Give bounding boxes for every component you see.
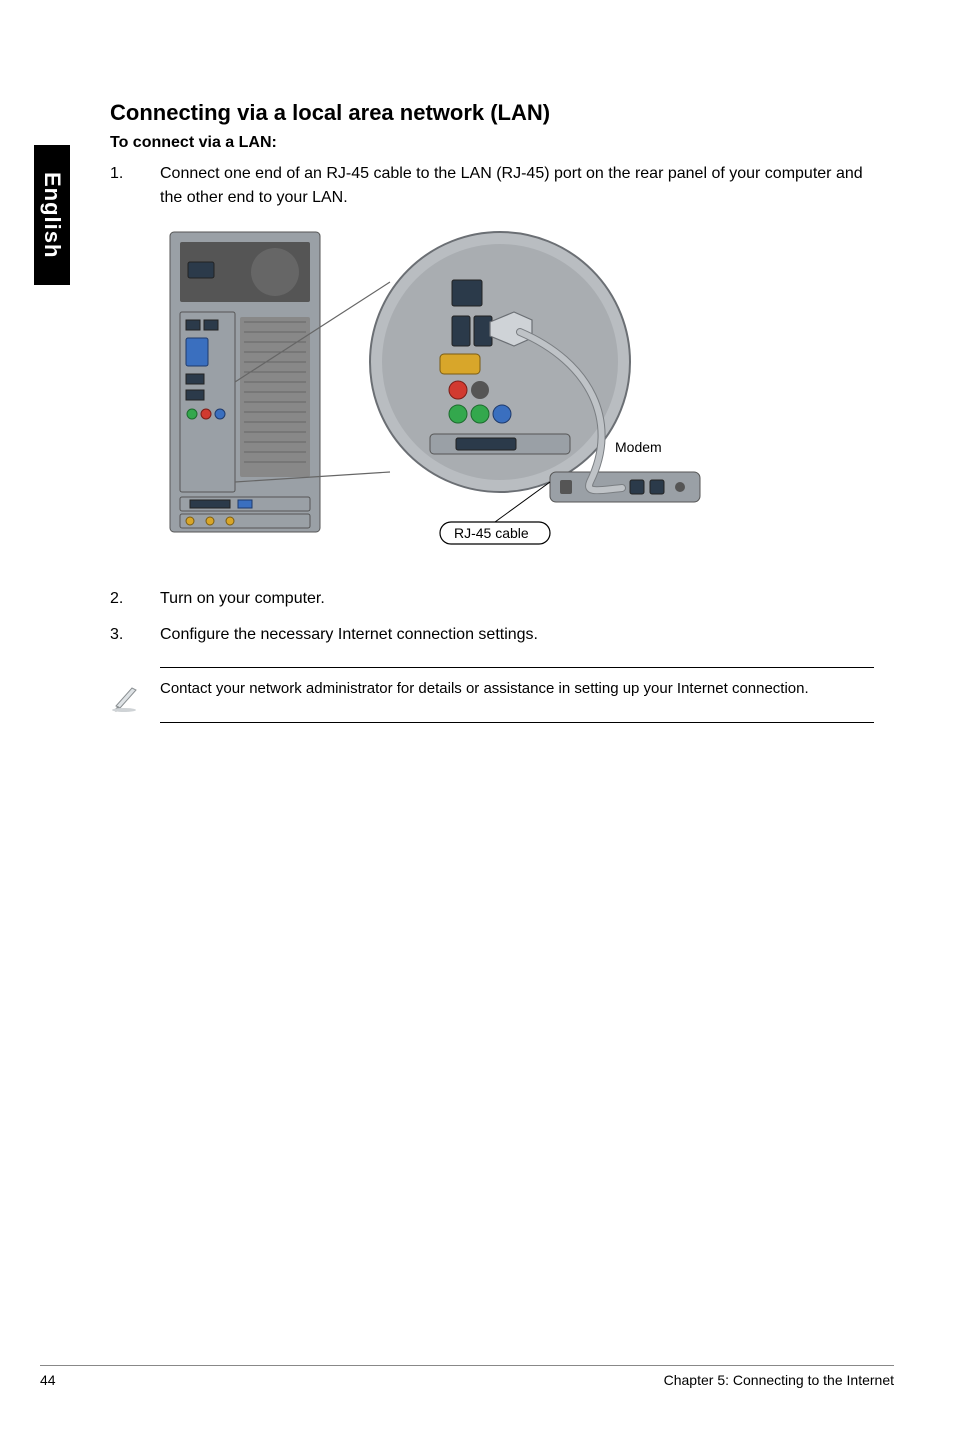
step-text: Turn on your computer. [160, 587, 874, 611]
cable-label: RJ-45 cable [454, 525, 529, 541]
modem-label: Modem [615, 439, 662, 455]
document-page: English Connecting via a local area netw… [0, 0, 954, 1438]
note-icon [110, 678, 160, 712]
note-block: Contact your network administrator for d… [110, 667, 874, 723]
diagram-svg: Modem RJ-45 cable [160, 222, 720, 552]
language-tab: English [34, 145, 70, 285]
connection-diagram: Modem RJ-45 cable [160, 222, 874, 557]
step-number: 3. [110, 623, 160, 647]
language-tab-label: English [39, 172, 65, 258]
step-text: Connect one end of an RJ-45 cable to the… [160, 162, 874, 210]
section-subheading: To connect via a LAN: [110, 134, 874, 152]
step-text: Configure the necessary Internet connect… [160, 623, 874, 647]
step-number: 2. [110, 587, 160, 611]
note-text: Contact your network administrator for d… [160, 678, 874, 699]
page-footer: 44 Chapter 5: Connecting to the Internet [40, 1365, 894, 1388]
note-rule-bottom [160, 722, 874, 723]
section-heading: Connecting via a local area network (LAN… [110, 100, 874, 126]
page-number: 44 [40, 1372, 56, 1388]
chapter-label: Chapter 5: Connecting to the Internet [664, 1372, 894, 1388]
step-3: 3. Configure the necessary Internet conn… [110, 623, 874, 647]
step-number: 1. [110, 162, 160, 210]
step-1: 1. Connect one end of an RJ-45 cable to … [110, 162, 874, 210]
step-2: 2. Turn on your computer. [110, 587, 874, 611]
